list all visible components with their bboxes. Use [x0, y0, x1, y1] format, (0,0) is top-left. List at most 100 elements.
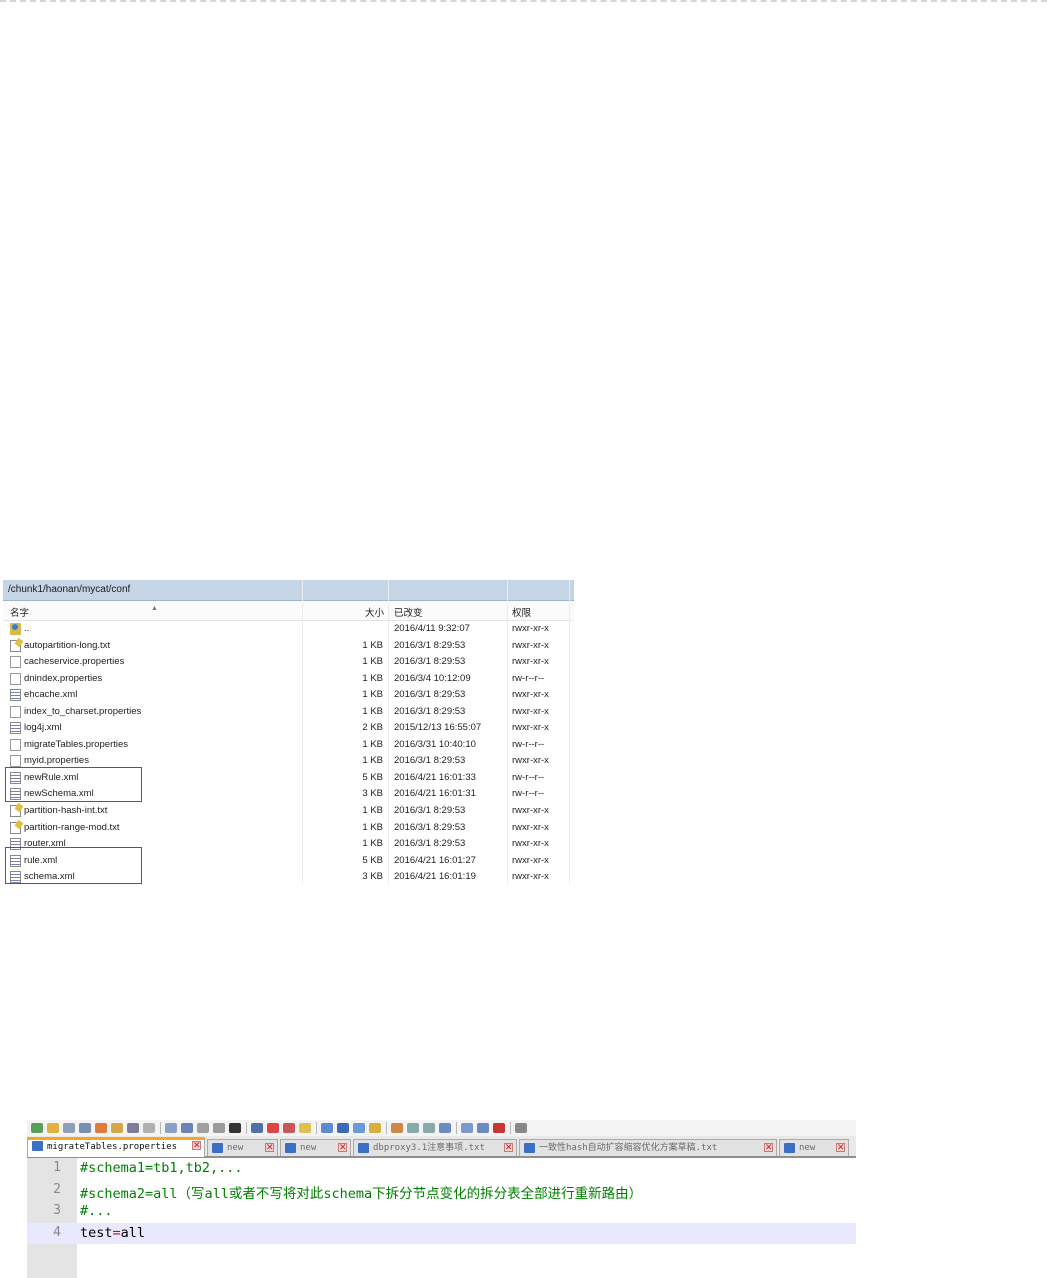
column-header-size[interactable]: 大小: [365, 605, 384, 619]
close-icon[interactable]: ✕: [338, 1143, 347, 1153]
code-line-current[interactable]: 4 test=all: [27, 1222, 856, 1244]
file-modified: 2016/3/1 8:29:53: [394, 689, 466, 701]
file-permissions: rw-r--r--: [512, 788, 545, 800]
file-name: ehcache.xml: [24, 689, 78, 701]
column-header-name[interactable]: 名字: [10, 605, 29, 619]
property-key: test: [80, 1224, 113, 1241]
tab[interactable]: new ✕: [280, 1139, 351, 1156]
close-icon[interactable]: ✕: [265, 1143, 274, 1153]
file-modified: 2016/4/21 16:01:31: [394, 788, 476, 800]
toolbar-button-icon[interactable]: [31, 1123, 43, 1133]
highlight-box-active-files: [5, 847, 142, 884]
toolbar-button-icon[interactable]: [197, 1123, 209, 1133]
toolbar-button-icon[interactable]: [229, 1123, 241, 1133]
floppy-disk-icon: [285, 1143, 296, 1153]
tab[interactable]: new ✕: [779, 1139, 849, 1156]
toolbar-button-icon[interactable]: [407, 1123, 419, 1133]
column-header-modified[interactable]: 已改变: [394, 605, 423, 619]
file-name: dnindex.properties: [24, 672, 103, 684]
toolbar-button-icon[interactable]: [181, 1123, 193, 1133]
file-modified: 2016/4/11 9:32:07: [394, 623, 470, 634]
file-name: log4j.xml: [24, 722, 62, 734]
toolbar-button-icon[interactable]: [299, 1123, 311, 1133]
toolbar-button-icon[interactable]: [95, 1123, 107, 1133]
file-row[interactable]: partition-hash-int.txt 1 KB 2016/3/1 8:29:…: [3, 803, 574, 820]
file-modified: 2016/3/1 8:29:53: [394, 805, 466, 817]
toolbar-button-icon[interactable]: [461, 1123, 473, 1133]
close-icon[interactable]: ✕: [764, 1143, 773, 1153]
tab[interactable]: new ✕: [207, 1139, 278, 1156]
file-row[interactable]: log4j.xml 2 KB 2015/12/13 16:55:07 rwxr-xr-…: [3, 720, 574, 737]
file-permissions: rwxr-xr-x: [512, 805, 549, 817]
sort-ascending-icon: ▲: [151, 605, 158, 612]
file-permissions: rwxr-xr-x: [512, 722, 549, 734]
toolbar-button-icon[interactable]: [213, 1123, 225, 1133]
file-size: 1 KB: [362, 838, 383, 850]
tab-label: new: [227, 1143, 244, 1153]
file-modified: 2016/4/21 16:01:27: [394, 854, 476, 866]
file-name: autopartition-long.txt: [24, 639, 111, 651]
file-modified: 2016/4/21 16:01:33: [394, 771, 476, 783]
toolbar-button-icon[interactable]: [143, 1123, 155, 1133]
column-header-permissions[interactable]: 权限: [512, 605, 531, 619]
toolbar-button-icon[interactable]: [515, 1123, 527, 1133]
file-row[interactable]: dnindex.properties 1 KB 2016/3/4 10:12:09 r…: [3, 671, 574, 688]
tab-active[interactable]: migrateTables.properties ✕: [27, 1137, 205, 1157]
file-modified: 2016/3/1 8:29:53: [394, 838, 466, 850]
page-top-divider: [0, 0, 1047, 2]
file-size: 1 KB: [362, 689, 383, 701]
toolbar-button-icon[interactable]: [127, 1123, 139, 1133]
toolbar-button-icon[interactable]: [267, 1123, 279, 1133]
toolbar-button-icon[interactable]: [321, 1123, 333, 1133]
file-modified: 2016/3/1 8:29:53: [394, 755, 466, 767]
file-permissions: rwxr-xr-x: [512, 639, 549, 651]
line-number: 2: [53, 1181, 61, 1197]
toolbar-button-icon[interactable]: [493, 1123, 505, 1133]
file-row[interactable]: partition-range-mod.txt 1 KB 2016/3/1 8:29…: [3, 820, 574, 837]
toolbar-button-icon[interactable]: [47, 1123, 59, 1133]
toolbar-button-icon[interactable]: [337, 1123, 349, 1133]
close-icon[interactable]: ✕: [836, 1143, 845, 1153]
path-bar[interactable]: /chunk1/haonan/mycat/conf: [3, 580, 574, 601]
file-row[interactable]: index_to_charset.properties 1 KB 2016/3/1 …: [3, 704, 574, 721]
toolbar-separator: [316, 1122, 317, 1134]
code-line[interactable]: 2 #schema2=all（写all或者不写将对此schema下拆分节点变化的…: [27, 1180, 856, 1202]
file-permissions: rw-r--r--: [512, 771, 545, 783]
file-row[interactable]: ehcache.xml 1 KB 2016/3/1 8:29:53 rwxr-xr-x: [3, 687, 574, 704]
file-row[interactable]: cacheservice.properties 1 KB 2016/3/1 8:29…: [3, 654, 574, 671]
file-permissions: rwxr-xr-x: [512, 755, 549, 767]
file-size: 1 KB: [362, 821, 383, 833]
editor-text-area[interactable]: 1 #schema1=tb1,tb2,... 2 #schema2=all（写a…: [27, 1158, 856, 1278]
file-size: 5 KB: [362, 771, 383, 783]
xml-file-icon: [10, 689, 21, 702]
toolbar-button-icon[interactable]: [79, 1123, 91, 1133]
file-size: 1 KB: [362, 672, 383, 684]
toolbar-separator: [386, 1122, 387, 1134]
tab[interactable]: 一致性hash自动扩容缩容优化方案草稿.txt ✕: [519, 1139, 777, 1156]
file-modified: 2016/3/31 10:40:10: [394, 738, 476, 750]
toolbar-button-icon[interactable]: [439, 1123, 451, 1133]
toolbar-button-icon[interactable]: [63, 1123, 75, 1133]
toolbar-button-icon[interactable]: [283, 1123, 295, 1133]
tab[interactable]: dbproxy3.1注意事项.txt ✕: [353, 1139, 517, 1156]
code-line[interactable]: 1 #schema1=tb1,tb2,...: [27, 1158, 856, 1180]
toolbar-button-icon[interactable]: [423, 1123, 435, 1133]
file-browser: /chunk1/haonan/mycat/conf 名字 ▲ 大小 已改变 权限…: [3, 580, 574, 884]
toolbar-button-icon[interactable]: [369, 1123, 381, 1133]
toolbar-button-icon[interactable]: [165, 1123, 177, 1133]
toolbar-button-icon[interactable]: [391, 1123, 403, 1133]
close-icon[interactable]: ✕: [192, 1141, 201, 1151]
toolbar-button-icon[interactable]: [111, 1123, 123, 1133]
file-row[interactable]: migrateTables.properties 1 KB 2016/3/31 10…: [3, 737, 574, 754]
close-icon[interactable]: ✕: [504, 1143, 513, 1153]
code-line[interactable]: 3 #...: [27, 1201, 856, 1223]
toolbar-button-icon[interactable]: [353, 1123, 365, 1133]
line-number: 1: [53, 1160, 61, 1175]
file-row[interactable]: .. 2016/4/11 9:32:07 rwxr-xr-x: [3, 621, 574, 638]
toolbar-button-icon[interactable]: [477, 1123, 489, 1133]
file-modified: 2016/3/1 8:29:53: [394, 705, 466, 717]
file-modified: 2015/12/13 16:55:07: [394, 722, 482, 734]
file-row[interactable]: autopartition-long.txt 1 KB 2016/3/1 8:29:…: [3, 638, 574, 655]
toolbar-button-icon[interactable]: [251, 1123, 263, 1133]
floppy-disk-icon: [358, 1143, 369, 1153]
